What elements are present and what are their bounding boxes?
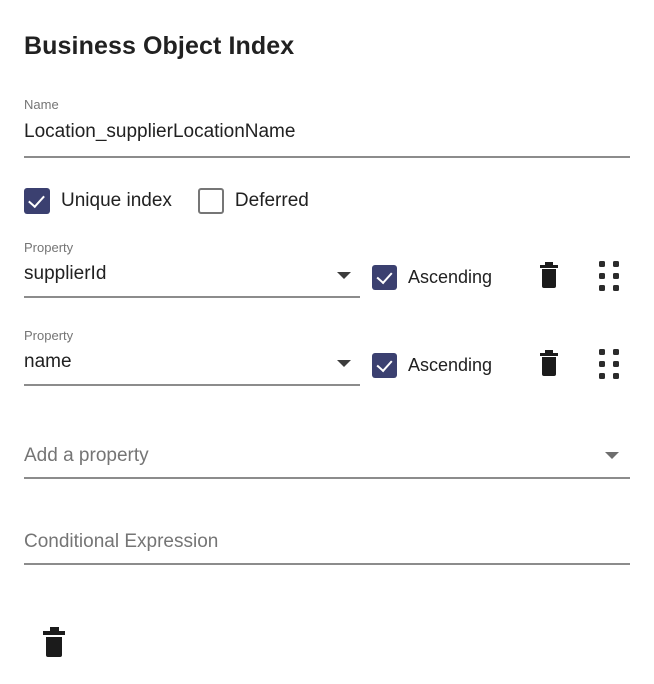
add-property-underline — [24, 477, 630, 479]
trash-icon — [534, 350, 564, 380]
property-row: Property name Ascending — [0, 328, 654, 392]
conditional-expression-placeholder: Conditional Expression — [24, 531, 219, 552]
unique-index-label: Unique index — [61, 190, 172, 211]
ascending-checkbox[interactable]: Ascending — [372, 264, 492, 290]
deferred-label: Deferred — [234, 190, 309, 211]
property-select[interactable]: Property name — [24, 328, 360, 375]
ascending-label: Ascending — [408, 355, 493, 375]
checkbox-unchecked-icon[interactable] — [197, 188, 224, 214]
name-input[interactable]: Location_supplierLocationName — [24, 119, 295, 145]
index-options-row: Unique index Deferred — [24, 188, 309, 214]
drag-handle-icon — [595, 349, 625, 380]
conditional-expression-underline — [24, 563, 630, 565]
chevron-down-icon[interactable] — [337, 360, 351, 367]
trash-icon — [534, 262, 564, 292]
delete-property-button[interactable] — [534, 350, 564, 380]
deferred-checkbox[interactable]: Deferred — [197, 188, 309, 214]
property-row: Property supplierId Ascending — [0, 240, 654, 304]
property-select[interactable]: Property supplierId — [24, 240, 360, 287]
delete-property-button[interactable] — [534, 262, 564, 292]
add-property-placeholder: Add a property — [24, 445, 149, 466]
reorder-property-handle[interactable] — [595, 261, 625, 292]
property-label: Property — [24, 328, 74, 343]
property-value[interactable]: supplierId — [24, 261, 360, 287]
ascending-label: Ascending — [408, 267, 493, 287]
checkbox-checked-icon[interactable] — [372, 352, 397, 378]
checkbox-checked-icon[interactable] — [372, 264, 397, 290]
name-field-label: Name — [24, 97, 59, 112]
page-title: Business Object Index — [24, 32, 295, 60]
conditional-expression-input[interactable]: Conditional Expression — [24, 529, 630, 555]
name-field[interactable]: Name Location_supplierLocationName — [24, 97, 295, 145]
business-object-index-form: Business Object Index Name Location_supp… — [0, 0, 654, 684]
unique-index-checkbox[interactable]: Unique index — [24, 188, 172, 214]
trash-icon — [39, 625, 69, 657]
name-field-underline — [24, 156, 630, 158]
property-label: Property — [24, 240, 74, 255]
add-property-select[interactable]: Add a property — [24, 443, 630, 469]
chevron-down-icon[interactable] — [605, 452, 619, 459]
property-select-underline — [24, 296, 360, 298]
delete-index-button[interactable] — [39, 625, 69, 657]
reorder-property-handle[interactable] — [595, 349, 625, 380]
drag-handle-icon — [595, 261, 625, 292]
property-select-underline — [24, 384, 360, 386]
chevron-down-icon[interactable] — [337, 272, 351, 279]
checkbox-checked-icon[interactable] — [24, 188, 50, 214]
property-value[interactable]: name — [24, 349, 360, 375]
ascending-checkbox[interactable]: Ascending — [372, 352, 492, 378]
